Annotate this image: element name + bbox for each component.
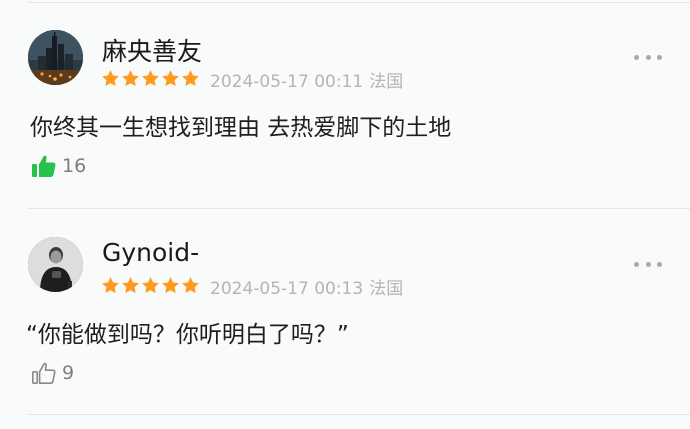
star-icon [182, 70, 199, 87]
star-icon [162, 70, 179, 87]
comment-divider [28, 208, 690, 209]
thumbs-up-filled-icon [32, 155, 56, 177]
star-icon [142, 277, 159, 294]
avatar[interactable] [28, 237, 83, 292]
like-button[interactable]: 16 [30, 152, 86, 180]
top-divider [28, 2, 690, 3]
star-icon [102, 70, 119, 87]
person-avatar-icon [28, 237, 83, 292]
rating-stars [101, 276, 200, 295]
more-options-icon[interactable] [634, 259, 662, 269]
comment-date: 2024-05-17 00:13 [210, 279, 364, 299]
like-button[interactable]: 9 [30, 359, 74, 387]
bottom-divider [28, 414, 690, 415]
star-icon [122, 277, 139, 294]
avatar[interactable] [28, 30, 83, 85]
comment-text: 你终其一生想找到理由 去热爱脚下的土地 [30, 115, 452, 141]
rating-stars [101, 69, 200, 88]
star-icon [142, 70, 159, 87]
city-night-avatar-icon [28, 30, 83, 85]
comment-date: 2024-05-17 00:11 [210, 72, 364, 92]
star-icon [122, 70, 139, 87]
comment-meta: 2024-05-17 00:13 法国 [210, 274, 403, 299]
star-icon [182, 277, 199, 294]
username[interactable]: 麻央善友 [102, 32, 202, 68]
like-count: 9 [62, 362, 75, 384]
star-icon [102, 277, 119, 294]
like-count: 16 [62, 155, 87, 177]
comment-location: 法国 [369, 279, 404, 299]
thumbs-up-outline-icon [31, 362, 56, 384]
star-icon [162, 277, 179, 294]
comment-text: “你能做到吗？你听明白了吗？” [26, 322, 349, 348]
username[interactable]: Gynoid- [102, 238, 199, 267]
more-options-icon[interactable] [634, 52, 662, 62]
comment-meta: 2024-05-17 00:11 法国 [210, 67, 403, 92]
comment-location: 法国 [369, 72, 404, 92]
